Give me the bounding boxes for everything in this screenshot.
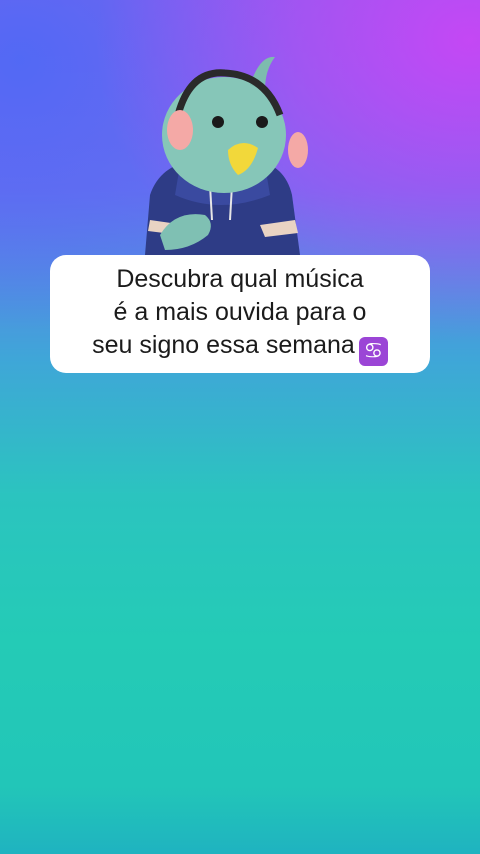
- caption-line-3-text: seu signo essa semana: [92, 330, 355, 359]
- caption-line-3: seu signo essa semana ♋: [92, 329, 388, 366]
- bird-mascot-image: [145, 56, 308, 255]
- caption-line-2: é a mais ouvida para o: [113, 297, 367, 326]
- caption-line-1: Descubra qual música: [116, 264, 364, 293]
- cancer-zodiac-icon: ♋: [358, 336, 388, 366]
- caption-card: Descubra qual música é a mais ouvida par…: [50, 255, 430, 373]
